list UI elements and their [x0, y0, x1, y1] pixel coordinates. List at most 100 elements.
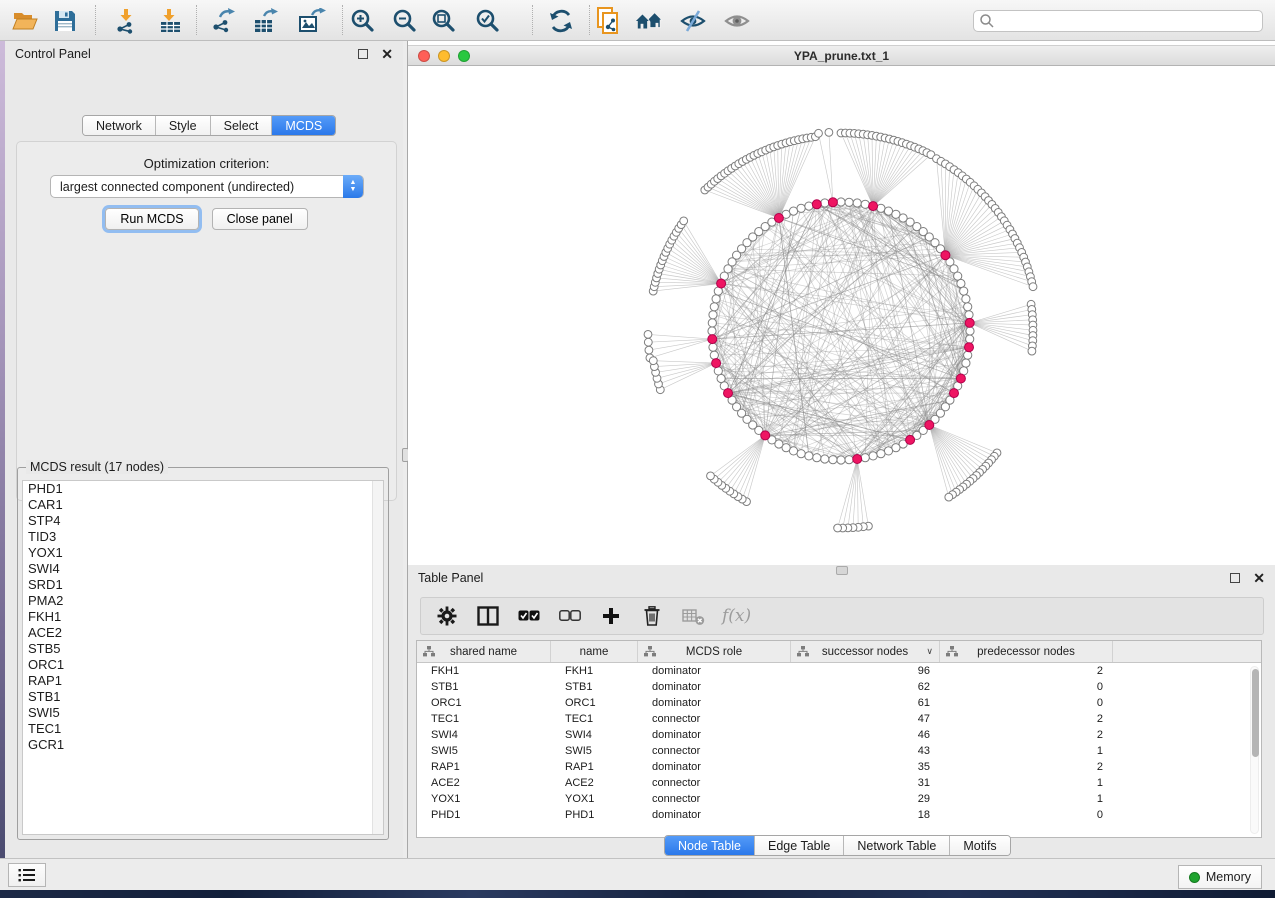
network-node[interactable] [884, 447, 892, 455]
network-node[interactable] [644, 338, 652, 346]
column-chooser-icon[interactable] [476, 604, 500, 628]
float-panel-icon[interactable] [358, 49, 368, 59]
network-node[interactable] [861, 200, 869, 208]
mcds-network-node[interactable] [965, 318, 974, 327]
network-node[interactable] [962, 295, 970, 303]
zoom-fit-icon[interactable] [430, 7, 458, 35]
network-node[interactable] [710, 351, 718, 359]
tab-mcds[interactable]: MCDS [272, 116, 335, 135]
network-node[interactable] [821, 199, 829, 207]
network-node[interactable] [680, 217, 688, 225]
mcds-network-node[interactable] [724, 389, 733, 398]
network-node[interactable] [710, 303, 718, 311]
network-node[interactable] [877, 450, 885, 458]
mcds-result-item[interactable]: ORC1 [23, 657, 383, 673]
table-row[interactable]: SWI4SWI4dominator462 [417, 727, 1261, 743]
network-node[interactable] [829, 456, 837, 464]
import-network-icon[interactable] [113, 7, 141, 35]
export-table-icon[interactable] [251, 7, 279, 35]
table-tab-edge-table[interactable]: Edge Table [755, 836, 844, 855]
mcds-network-node[interactable] [853, 455, 862, 464]
export-image-icon[interactable] [298, 7, 326, 35]
network-node[interactable] [649, 357, 657, 365]
mcds-network-node[interactable] [950, 389, 959, 398]
table-row[interactable]: ACE2ACE2connector311 [417, 775, 1261, 791]
table-tab-network-table[interactable]: Network Table [844, 836, 950, 855]
mcds-list-scrollbar[interactable] [372, 481, 383, 834]
mcds-network-node[interactable] [774, 214, 783, 223]
duplicate-network-icon[interactable] [594, 7, 622, 35]
network-node[interactable] [797, 204, 805, 212]
table-row[interactable]: SWI5SWI5connector431 [417, 743, 1261, 759]
network-node[interactable] [821, 455, 829, 463]
mcds-result-item[interactable]: FKH1 [23, 609, 383, 625]
zoom-selected-icon[interactable] [474, 7, 502, 35]
table-tab-motifs[interactable]: Motifs [950, 836, 1009, 855]
network-node[interactable] [815, 129, 823, 137]
tab-select[interactable]: Select [211, 116, 273, 135]
mcds-result-item[interactable]: STP4 [23, 513, 383, 529]
mcds-result-item[interactable]: STB5 [23, 641, 383, 657]
close-panel-button[interactable]: Close panel [212, 208, 308, 230]
save-icon[interactable] [51, 7, 79, 35]
table-row[interactable]: RAP1RAP1dominator352 [417, 759, 1261, 775]
mcds-result-item[interactable]: TID3 [23, 529, 383, 545]
column-header-shared-name[interactable]: shared name [417, 641, 551, 662]
hide-selected-icon[interactable] [679, 7, 707, 35]
network-node[interactable] [805, 452, 813, 460]
mcds-result-item[interactable]: PHD1 [23, 481, 383, 497]
network-node[interactable] [964, 303, 972, 311]
network-node[interactable] [845, 198, 853, 206]
table-scrollbar-thumb[interactable] [1252, 669, 1259, 757]
network-node[interactable] [1029, 283, 1037, 291]
network-node[interactable] [1028, 347, 1036, 355]
mcds-network-node[interactable] [906, 435, 915, 444]
select-all-icon[interactable] [517, 604, 541, 628]
refresh-icon[interactable] [547, 7, 575, 35]
table-row[interactable]: ORC1ORC1dominator610 [417, 695, 1261, 711]
mcds-result-item[interactable]: SRD1 [23, 577, 383, 593]
mcds-network-node[interactable] [708, 335, 717, 344]
first-neighbors-icon[interactable] [635, 7, 663, 35]
table-row[interactable]: TEC1TEC1connector472 [417, 711, 1261, 727]
search-field[interactable] [973, 10, 1263, 32]
network-node[interactable] [861, 454, 869, 462]
import-table-icon[interactable] [156, 7, 184, 35]
zoom-out-icon[interactable] [391, 7, 419, 35]
mcds-network-node[interactable] [761, 431, 770, 440]
network-node[interactable] [708, 319, 716, 327]
optimization-criterion-dropdown[interactable]: largest connected component (undirected)… [50, 175, 364, 198]
network-node[interactable] [825, 129, 833, 137]
network-node[interactable] [966, 335, 974, 343]
show-all-icon[interactable] [723, 7, 751, 35]
mcds-result-item[interactable]: TEC1 [23, 721, 383, 737]
network-node[interactable] [645, 346, 653, 354]
memory-button[interactable]: Memory [1178, 865, 1262, 889]
zoom-in-icon[interactable] [349, 7, 377, 35]
network-node[interactable] [965, 311, 973, 319]
search-input[interactable] [995, 14, 1262, 28]
table-row[interactable]: STB1STB1dominator620 [417, 679, 1261, 695]
network-node[interactable] [837, 456, 845, 464]
network-node[interactable] [707, 472, 715, 480]
mcds-network-node[interactable] [956, 374, 965, 383]
table-row[interactable]: PHD1PHD1dominator180 [417, 807, 1261, 823]
mcds-result-item[interactable]: GCR1 [23, 737, 383, 753]
network-node[interactable] [789, 207, 797, 215]
network-graph[interactable] [408, 67, 1275, 565]
gear-icon[interactable] [435, 604, 459, 628]
network-node[interactable] [853, 199, 861, 207]
network-node[interactable] [957, 279, 965, 287]
mcds-network-node[interactable] [812, 200, 821, 209]
deselect-all-icon[interactable] [558, 604, 582, 628]
network-node[interactable] [709, 343, 717, 351]
run-mcds-button[interactable]: Run MCDS [105, 208, 198, 230]
column-header-name[interactable]: name [551, 641, 638, 662]
close-panel-icon[interactable]: ✕ [381, 49, 393, 59]
network-node[interactable] [869, 452, 877, 460]
network-node[interactable] [805, 202, 813, 210]
add-icon[interactable] [599, 604, 623, 628]
table-scrollbar[interactable] [1250, 666, 1259, 834]
table-row[interactable]: FKH1FKH1dominator962 [417, 663, 1261, 679]
network-node[interactable] [717, 374, 725, 382]
